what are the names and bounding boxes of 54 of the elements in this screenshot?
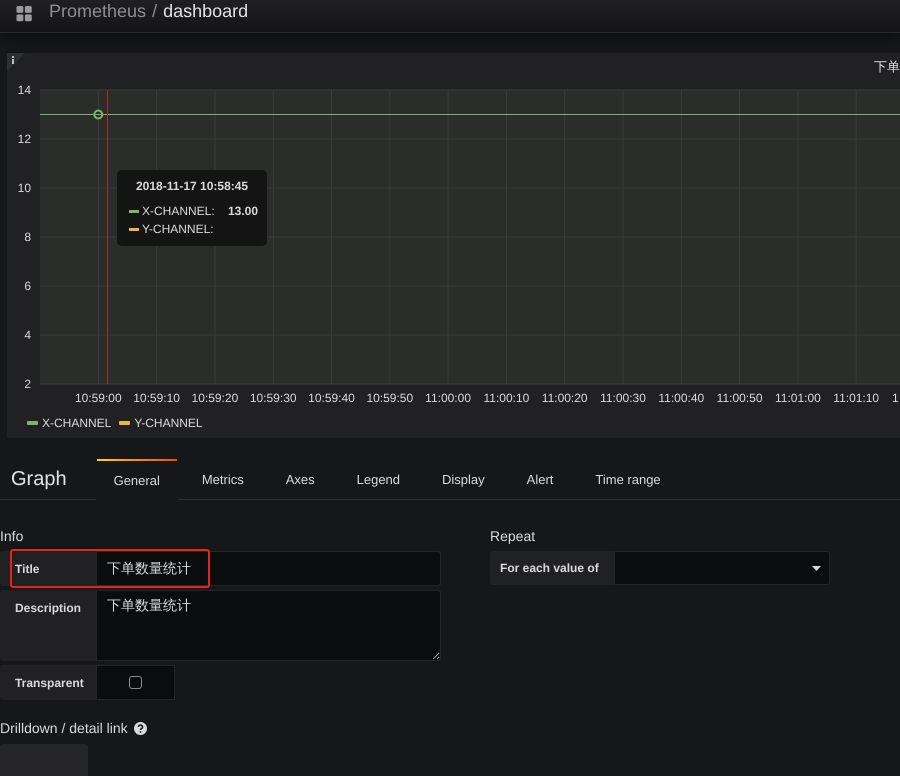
legend-label[interactable]: Y-CHANNEL [134,416,203,430]
info-icon[interactable] [7,53,25,71]
tooltip-value: 13.00 [228,204,258,218]
tooltip-series-name: Y-CHANNEL: [142,222,215,236]
x-tick-label: 11:00:20 [542,391,588,405]
x-tick-label: 10:59:40 [308,391,355,405]
editor-tab[interactable]: Legend [338,459,418,499]
dashboard-title: dashboard [163,0,248,22]
transparent-checkbox[interactable] [129,676,142,689]
editor-tab[interactable]: General [96,459,178,500]
x-tick-label: 11:01:10 [833,391,880,405]
field-label: Title [0,551,96,586]
y-tick-label: 2 [24,377,31,391]
y-tick-label: 6 [24,279,31,293]
x-tick-label: 10:59:50 [366,391,414,405]
x-tick-label: 10:59:20 [192,391,238,405]
legend-label[interactable]: X-CHANNEL [42,416,112,430]
field-label: Description [0,590,96,661]
editor-tab[interactable]: Metrics [184,459,262,499]
x-tick-label: 10:59:10 [133,391,180,405]
x-tick-label: 10:59:30 [250,391,297,405]
x-tick-label: 11:00:40 [658,391,704,405]
section-heading: Repeat [490,528,536,544]
x-tick-label: 11:00:30 [600,391,646,405]
breadcrumb-separator: / [152,0,158,22]
editor-tab[interactable]: Time range [577,459,679,499]
caret-icon [812,566,821,570]
section-heading: Drilldown / detail link [0,720,128,736]
editor-tab[interactable]: Alert [508,459,572,499]
field-label: For each value of [490,551,614,585]
y-tick-label: 8 [24,230,31,244]
x-tick-label: 10:59:00 [74,391,122,405]
y-tick-label: 12 [18,132,31,146]
breadcrumb-link[interactable]: Prometheus [49,0,146,22]
hover-point [93,110,104,120]
title-input[interactable]: 下单数量统计 [96,551,441,586]
help-icon[interactable] [134,722,147,734]
x-tick-label: 1 [892,391,899,405]
editor-tab[interactable]: Axes [268,459,333,499]
x-tick-label: 11:00:10 [483,391,530,405]
y-tick-label: 4 [24,328,31,342]
y-tick-label: 14 [18,83,31,97]
editor-title: Graph [10,468,68,492]
tooltip-time: 2018-11-17 10:58:45 [136,179,250,193]
x-tick-label: 11:00:50 [716,391,763,405]
x-tick-label: 11:01:00 [774,391,821,405]
tooltip-series-name: X-CHANNEL: [142,204,216,218]
panel-title[interactable]: 下单 [874,58,900,76]
description-input[interactable]: 下单数量统计 [96,590,441,661]
editor-tab[interactable]: Display [424,459,503,499]
x-tick-label: 11:00:00 [425,391,472,405]
field-label: Transparent [0,665,96,700]
section-heading: Info [0,528,24,544]
y-tick-label: 10 [18,181,31,195]
